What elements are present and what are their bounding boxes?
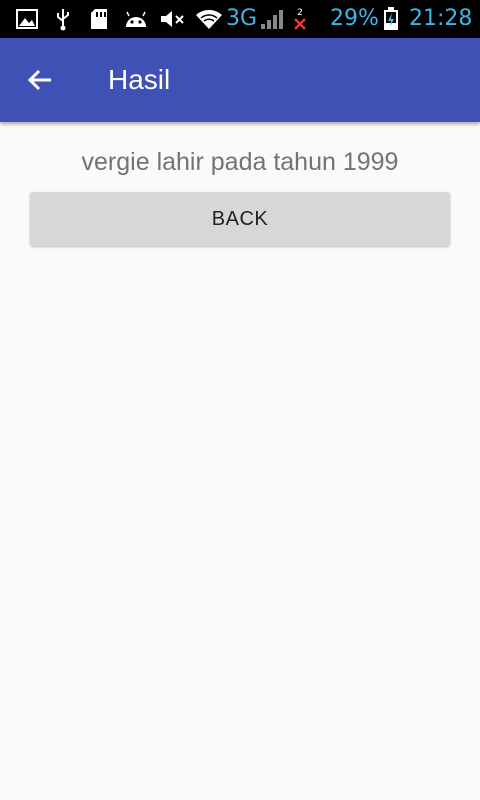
- battery-percent: 29%: [330, 6, 379, 31]
- battery-charging-icon: [380, 7, 402, 31]
- signal-icon: [258, 7, 286, 31]
- network-type: 3G: [226, 6, 258, 31]
- wifi-icon: [194, 7, 224, 31]
- clock: 21:28: [409, 6, 473, 31]
- back-button[interactable]: BACK: [30, 192, 450, 246]
- arrow-back-icon[interactable]: [22, 62, 58, 98]
- page-title: Hasil: [108, 64, 171, 95]
- status-bar: 3G 2 29% 21:28: [0, 0, 480, 38]
- no-sim-icon: 2: [290, 7, 310, 31]
- sim-notification-count: 2: [297, 8, 303, 18]
- usb-icon: [52, 7, 74, 31]
- result-text: vergie lahir pada tahun 1999: [81, 148, 399, 176]
- sd-card-icon: [88, 7, 110, 31]
- gallery-icon: [14, 7, 40, 31]
- mute-icon: [158, 7, 188, 31]
- app-bar: Hasil: [0, 38, 480, 122]
- android-icon: [122, 7, 150, 31]
